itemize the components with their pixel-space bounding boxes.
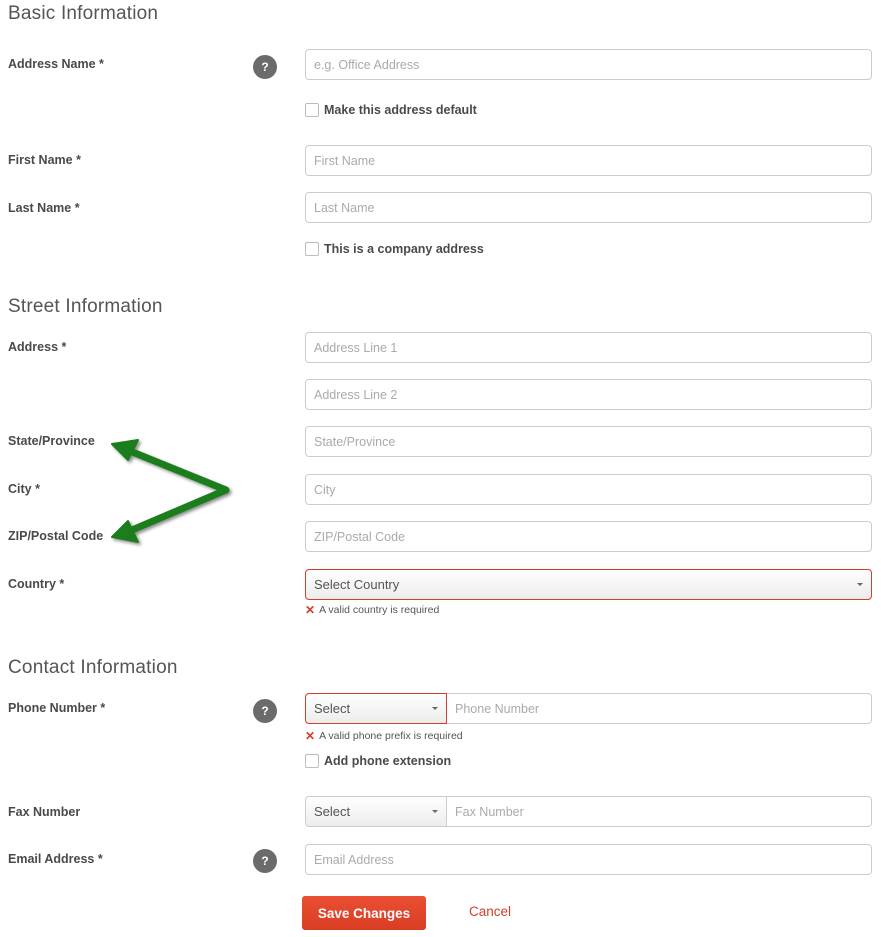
address-label: Address * bbox=[8, 340, 67, 354]
help-icon[interactable]: ? bbox=[253, 55, 277, 79]
section-title-contact-information: Contact Information bbox=[8, 657, 178, 678]
phone-prefix-error: ✕ A valid phone prefix is required bbox=[305, 729, 463, 743]
arrow-to-state-province bbox=[121, 445, 230, 537]
country-select[interactable]: Select Country bbox=[305, 569, 872, 600]
state-province-label: State/Province bbox=[8, 434, 95, 448]
country-error-text: A valid country is required bbox=[319, 604, 440, 616]
last-name-input[interactable] bbox=[305, 192, 872, 223]
make-default-label: Make this address default bbox=[324, 103, 477, 117]
last-name-label: Last Name * bbox=[8, 201, 80, 215]
country-label: Country * bbox=[8, 577, 65, 591]
zip-postal-code-label: ZIP/Postal Code bbox=[8, 529, 104, 543]
chevron-down-icon bbox=[857, 583, 863, 586]
arrowhead-state-province bbox=[111, 439, 139, 461]
city-input[interactable] bbox=[305, 474, 872, 505]
country-select-value: Select Country bbox=[314, 577, 400, 592]
arrowhead-zip-postal-code bbox=[111, 520, 139, 543]
phone-number-input[interactable] bbox=[447, 693, 872, 724]
first-name-label: First Name * bbox=[8, 153, 81, 167]
email-address-input[interactable] bbox=[305, 844, 872, 875]
company-address-checkbox-row[interactable]: This is a company address bbox=[305, 242, 484, 256]
email-address-label: Email Address * bbox=[8, 852, 103, 866]
error-icon: ✕ bbox=[305, 603, 316, 617]
phone-extension-checkbox[interactable] bbox=[305, 754, 319, 768]
make-default-checkbox-row[interactable]: Make this address default bbox=[305, 103, 477, 117]
phone-extension-label: Add phone extension bbox=[324, 754, 452, 768]
cancel-link[interactable]: Cancel bbox=[469, 904, 511, 919]
zip-postal-code-input[interactable] bbox=[305, 521, 872, 552]
country-error: ✕ A valid country is required bbox=[305, 603, 439, 617]
address-line-1-input[interactable] bbox=[305, 332, 872, 363]
section-title-street-information: Street Information bbox=[8, 296, 163, 317]
phone-prefix-value: Select bbox=[314, 701, 351, 716]
address-name-label: Address Name * bbox=[8, 57, 104, 71]
help-icon[interactable]: ? bbox=[253, 699, 277, 723]
make-default-checkbox[interactable] bbox=[305, 103, 319, 117]
phone-prefix-select[interactable]: Select bbox=[305, 693, 447, 724]
city-label: City * bbox=[8, 482, 40, 496]
section-title-basic-information: Basic Information bbox=[8, 3, 159, 24]
fax-number-input[interactable] bbox=[447, 796, 872, 827]
company-address-checkbox[interactable] bbox=[305, 242, 319, 256]
company-address-label: This is a company address bbox=[324, 242, 484, 256]
annotation-arrow-group bbox=[111, 439, 230, 543]
phone-extension-checkbox-row[interactable]: Add phone extension bbox=[305, 754, 451, 768]
phone-number-group: Select bbox=[305, 693, 872, 724]
phone-prefix-error-text: A valid phone prefix is required bbox=[319, 730, 463, 742]
save-changes-button[interactable]: Save Changes bbox=[302, 896, 426, 930]
error-icon: ✕ bbox=[305, 729, 316, 743]
address-name-input[interactable] bbox=[305, 49, 872, 80]
phone-number-label: Phone Number * bbox=[8, 701, 106, 715]
address-line-2-input[interactable] bbox=[305, 379, 872, 410]
fax-number-label: Fax Number bbox=[8, 805, 81, 819]
help-icon[interactable]: ? bbox=[253, 849, 277, 873]
fax-number-group: Select bbox=[305, 796, 872, 827]
chevron-down-icon bbox=[432, 810, 438, 813]
chevron-down-icon bbox=[432, 707, 438, 710]
first-name-input[interactable] bbox=[305, 145, 872, 176]
state-province-input[interactable] bbox=[305, 426, 872, 457]
fax-prefix-select[interactable]: Select bbox=[305, 796, 447, 827]
fax-prefix-value: Select bbox=[314, 804, 351, 819]
